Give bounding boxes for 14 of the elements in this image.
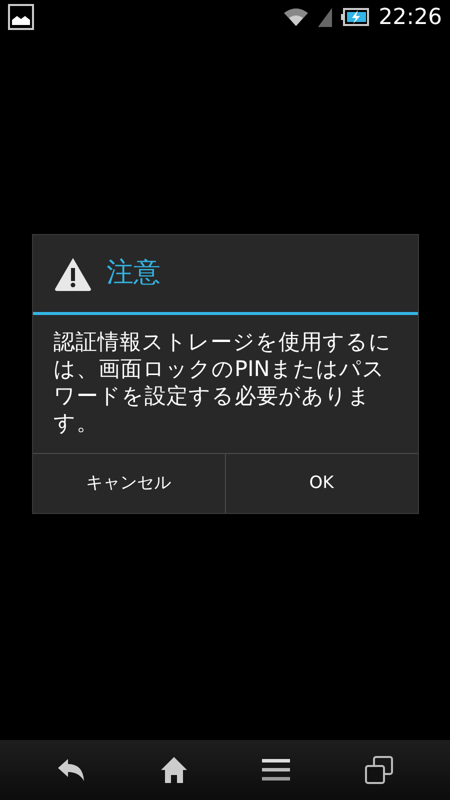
signal-icon	[316, 7, 333, 27]
clock-time: 22:26	[378, 4, 442, 32]
dialog-button[interactable]: OK	[224, 454, 418, 513]
dialog-message: 認証情報ストレージを使用するには、画面ロックのPINまたはパスワードを設定する必要があります。	[52, 329, 392, 438]
home-icon[interactable]	[160, 756, 188, 784]
battery-charging-icon	[340, 8, 369, 26]
back-icon[interactable]	[57, 758, 86, 782]
wifi-icon	[282, 7, 309, 27]
dialog-button[interactable]: キャンセル	[32, 454, 224, 513]
gallery-notification-icon	[8, 4, 34, 30]
menu-icon[interactable]	[262, 758, 290, 782]
warning-icon	[52, 256, 92, 292]
recent-apps-icon[interactable]	[364, 756, 393, 784]
dialog-title: 注意	[106, 256, 160, 290]
